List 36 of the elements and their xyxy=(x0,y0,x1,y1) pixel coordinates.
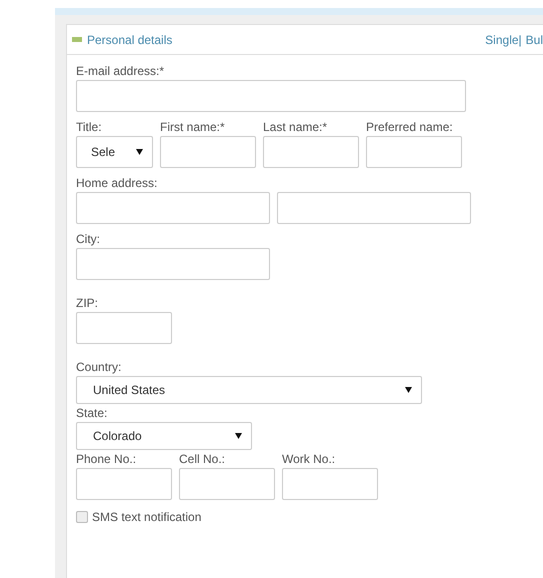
field-label: Phone No.: xyxy=(76,452,138,466)
caret-icon xyxy=(136,149,143,155)
input-field[interactable] xyxy=(366,136,462,168)
field-label: First name:* xyxy=(160,120,226,134)
input-field[interactable] xyxy=(263,136,359,168)
field-label: ZIP: xyxy=(76,296,100,310)
field-label: Preferred name: xyxy=(366,120,454,134)
field-label: Title: xyxy=(76,120,103,134)
caret-icon xyxy=(235,433,242,439)
input-field[interactable] xyxy=(179,468,275,500)
field-label: Home address: xyxy=(76,176,158,190)
field-label: Cell No.: xyxy=(179,452,226,466)
field-label: Work No.: xyxy=(282,452,336,466)
field-label: Country: xyxy=(76,360,122,374)
field-label: E-mail address:* xyxy=(76,64,166,78)
panel-title[interactable]: Personal details xyxy=(87,32,172,46)
input-field[interactable] xyxy=(277,192,471,224)
input-field[interactable] xyxy=(160,136,256,168)
dropdown[interactable]: Colorado xyxy=(76,422,252,450)
mode-link[interactable]: Bul xyxy=(526,32,543,46)
field-label: Last name:* xyxy=(263,120,328,134)
input-field[interactable] xyxy=(76,312,172,344)
input-field[interactable] xyxy=(282,468,378,500)
field-label: State: xyxy=(76,406,108,420)
input-field[interactable] xyxy=(76,80,466,112)
dropdown[interactable]: Sele xyxy=(76,136,153,168)
mode-link[interactable]: Single| xyxy=(485,32,522,46)
input-field[interactable] xyxy=(76,192,270,224)
checkbox[interactable] xyxy=(76,511,88,523)
checkbox-label: SMS text notification xyxy=(92,510,202,524)
collapse-icon[interactable] xyxy=(72,37,82,42)
input-field[interactable] xyxy=(76,468,172,500)
input-field[interactable] xyxy=(76,248,270,280)
caret-icon xyxy=(405,387,412,393)
dropdown[interactable]: United States xyxy=(76,376,422,404)
field-label: City: xyxy=(76,232,101,246)
